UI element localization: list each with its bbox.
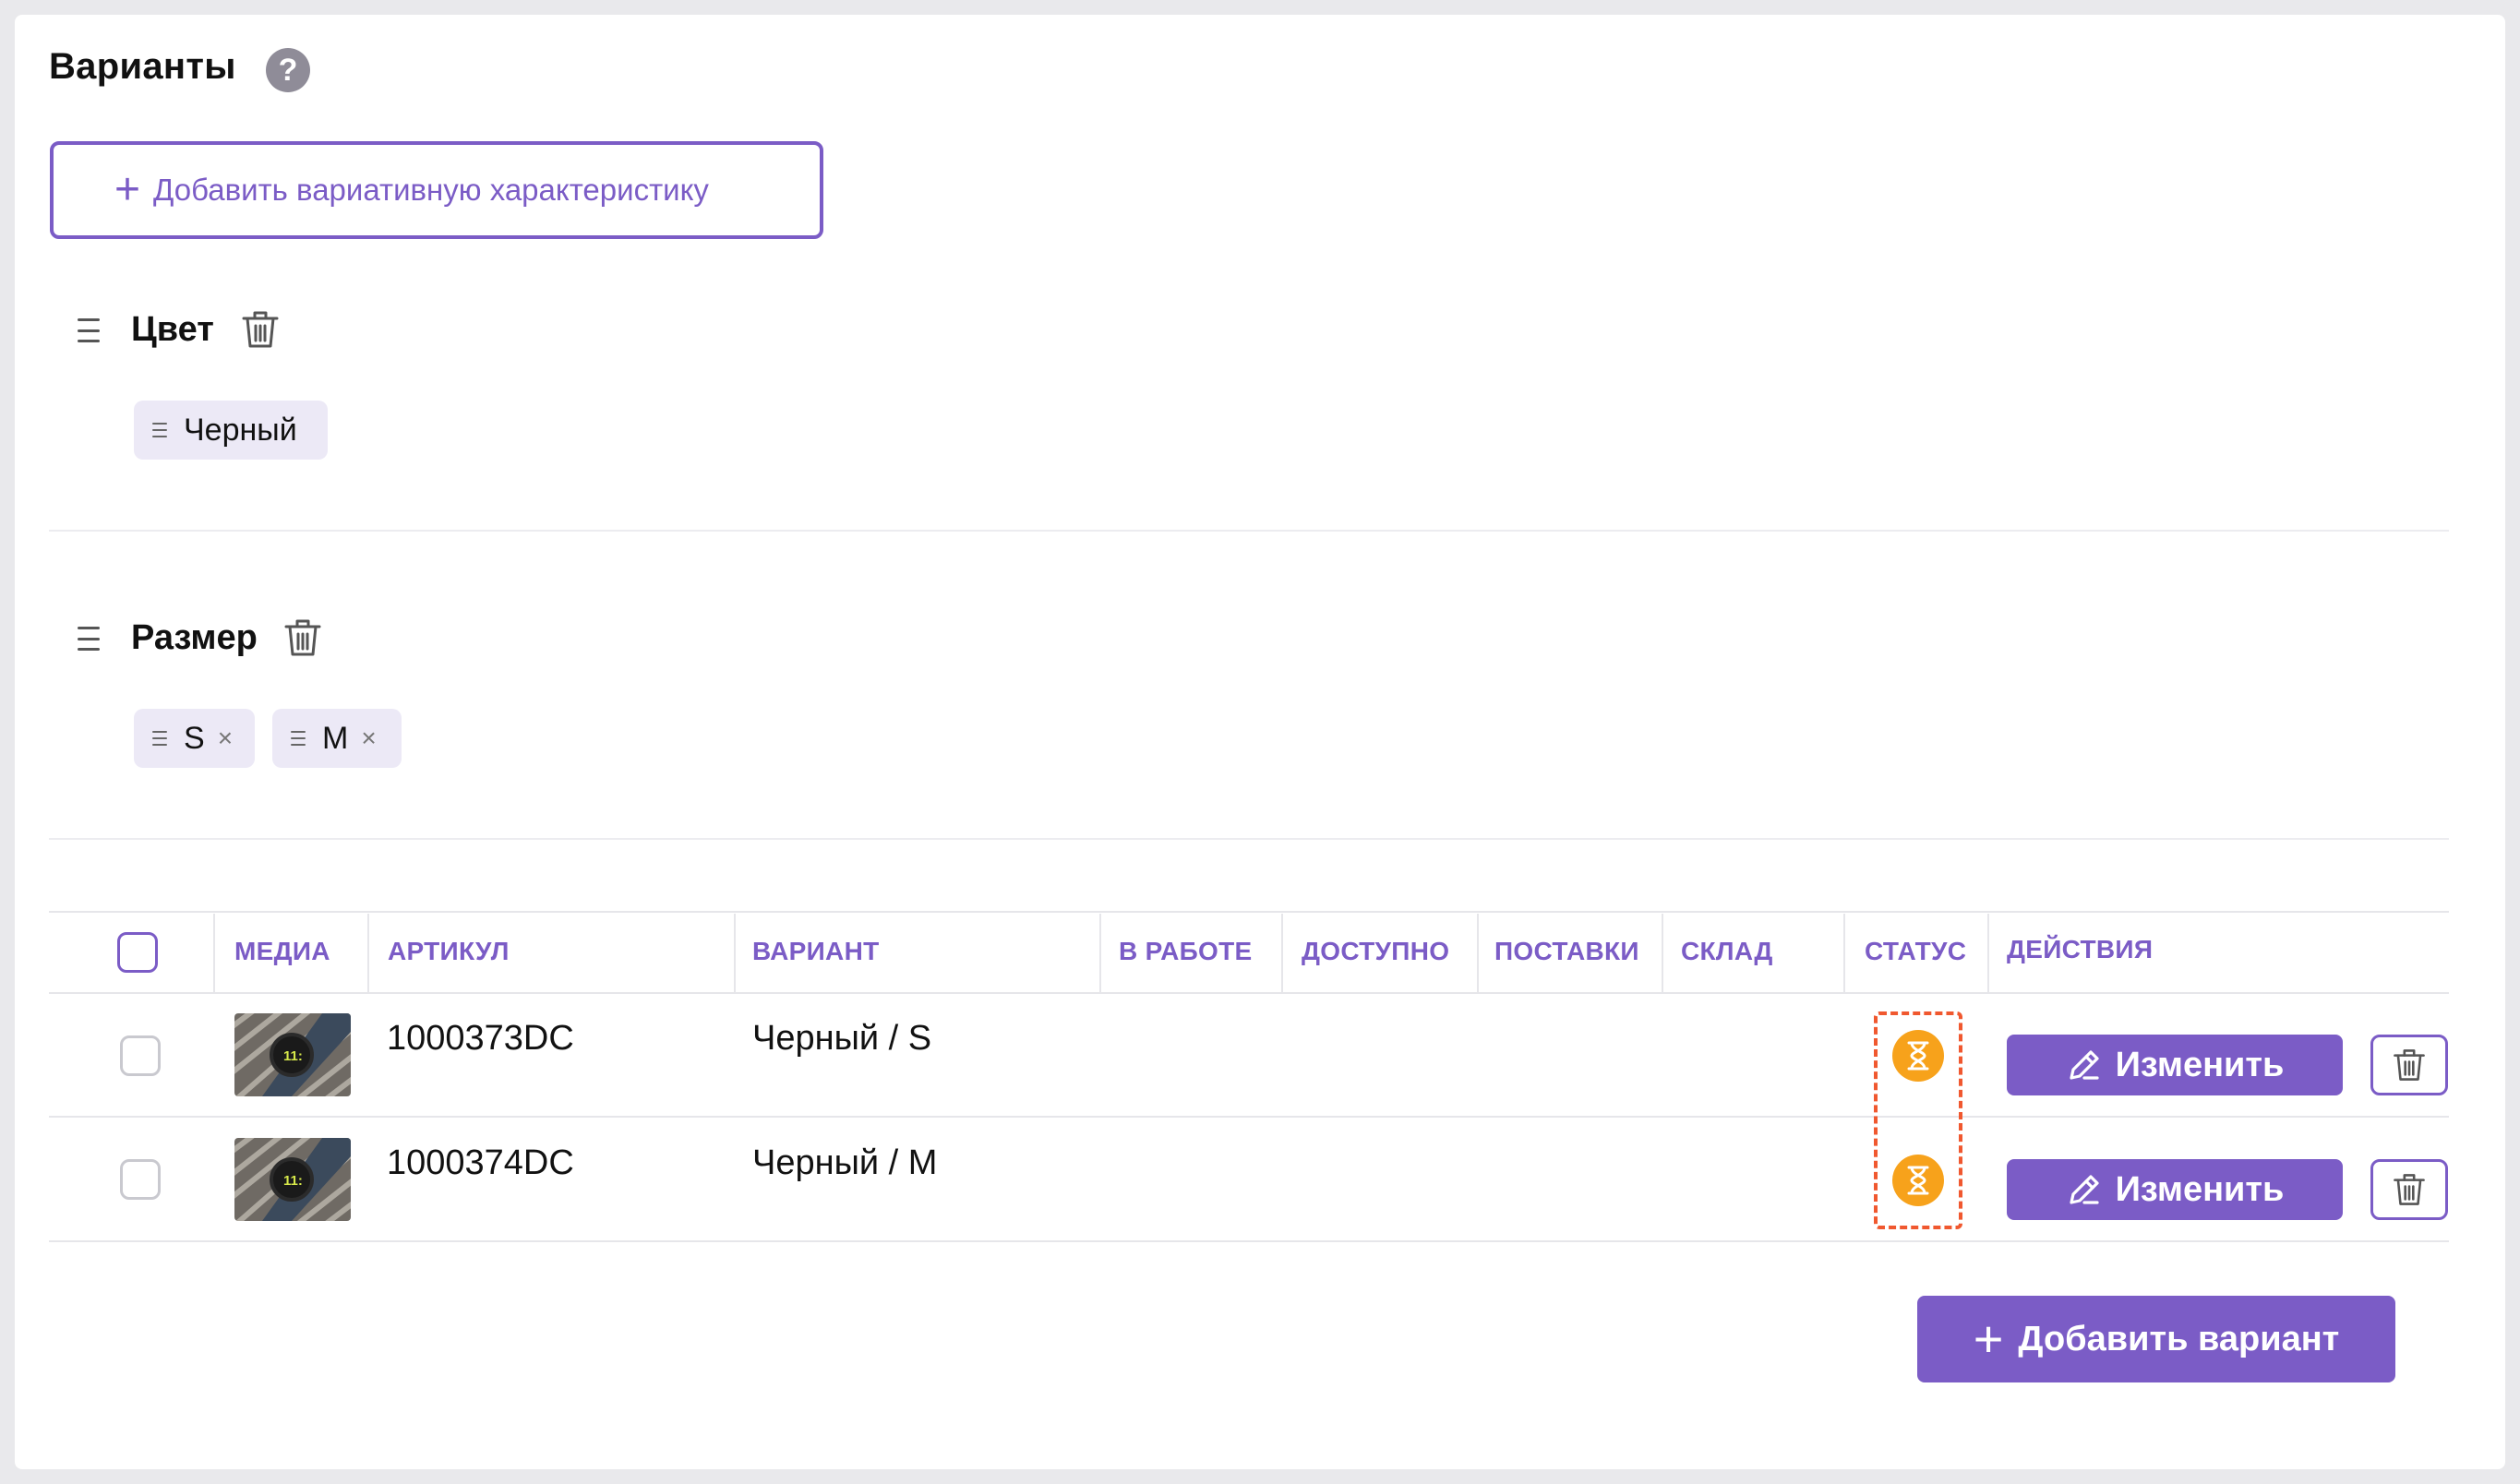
column-separator <box>1662 914 1663 993</box>
divider <box>49 838 2449 840</box>
column-separator <box>1099 914 1101 993</box>
column-header-sku[interactable]: АРТИКУЛ <box>388 937 510 966</box>
value-chip-s[interactable]: S × <box>134 709 255 768</box>
chip-label: S <box>184 720 205 756</box>
product-thumbnail[interactable]: 11: <box>234 1138 351 1221</box>
remove-icon[interactable]: × <box>361 724 376 753</box>
add-characteristic-label: Добавить вариативную характеристику <box>153 173 709 207</box>
column-header-in-work[interactable]: В РАБОТЕ <box>1119 937 1253 966</box>
drag-handle-icon[interactable] <box>291 731 306 746</box>
column-separator <box>1477 914 1479 993</box>
chip-label: M <box>322 720 349 756</box>
row-sku: 1000373DC <box>387 1019 574 1058</box>
chip-label: Черный <box>184 412 297 448</box>
column-separator <box>734 914 736 993</box>
drag-handle-icon[interactable] <box>152 423 167 437</box>
add-variant-button[interactable]: + Добавить вариант <box>1917 1296 2395 1382</box>
table-header-border <box>49 992 2449 994</box>
status-highlight <box>1874 1011 1962 1229</box>
group-label-size: Размер <box>131 618 258 657</box>
value-chip-black[interactable]: Черный <box>134 401 328 460</box>
help-icon[interactable]: ? <box>266 48 310 92</box>
column-separator <box>213 914 215 993</box>
section-title: Варианты <box>49 46 236 87</box>
delete-row-button[interactable] <box>2370 1035 2448 1095</box>
trash-icon <box>2394 1049 2425 1081</box>
row-sku: 1000374DC <box>387 1143 574 1182</box>
row-variant: Черный / M <box>752 1143 938 1182</box>
row-divider <box>49 1240 2449 1242</box>
pencil-icon <box>2069 1175 2099 1204</box>
divider <box>49 530 2449 532</box>
drag-handle-icon[interactable] <box>78 318 100 342</box>
drag-handle-icon[interactable] <box>78 627 100 651</box>
column-header-actions: ДЕЙСТВИЯ <box>2007 935 2154 963</box>
svg-text:11:: 11: <box>283 1173 303 1189</box>
trash-icon[interactable] <box>282 616 323 660</box>
row-variant: Черный / S <box>752 1019 932 1058</box>
plus-icon: + <box>114 165 141 214</box>
column-separator <box>367 914 369 993</box>
column-separator <box>1987 914 1989 993</box>
drag-handle-icon[interactable] <box>152 731 167 746</box>
trash-icon <box>2394 1174 2425 1205</box>
select-all-checkbox[interactable] <box>117 932 158 973</box>
column-header-status[interactable]: СТАТУС <box>1865 937 1966 966</box>
plus-icon: + <box>1973 1310 2004 1368</box>
group-label-color: Цвет <box>131 310 214 349</box>
row-checkbox[interactable] <box>120 1035 161 1076</box>
edit-label: Изменить <box>2115 1045 2285 1084</box>
add-variant-label: Добавить вариант <box>2018 1319 2340 1358</box>
column-separator <box>1281 914 1283 993</box>
remove-icon[interactable]: × <box>218 724 233 753</box>
column-header-media[interactable]: МЕДИА <box>234 937 330 966</box>
add-characteristic-button[interactable]: + Добавить вариативную характеристику <box>50 141 823 239</box>
pencil-icon <box>2069 1050 2099 1080</box>
column-header-warehouse[interactable]: СКЛАД <box>1681 937 1773 966</box>
table-top-border <box>49 911 2449 913</box>
value-chip-m[interactable]: M × <box>272 709 402 768</box>
product-thumbnail[interactable]: 11: <box>234 1013 351 1096</box>
edit-button[interactable]: Изменить <box>2007 1035 2343 1095</box>
row-divider <box>49 1116 2449 1118</box>
column-separator <box>1843 914 1845 993</box>
row-checkbox[interactable] <box>120 1159 161 1200</box>
svg-text:11:: 11: <box>283 1048 303 1064</box>
delete-row-button[interactable] <box>2370 1159 2448 1220</box>
trash-icon[interactable] <box>240 307 281 352</box>
edit-button[interactable]: Изменить <box>2007 1159 2343 1220</box>
column-header-available[interactable]: ДОСТУПНО <box>1302 937 1449 966</box>
edit-label: Изменить <box>2115 1169 2285 1209</box>
column-header-variant[interactable]: ВАРИАНТ <box>752 937 880 966</box>
column-header-supplies[interactable]: ПОСТАВКИ <box>1494 937 1639 966</box>
